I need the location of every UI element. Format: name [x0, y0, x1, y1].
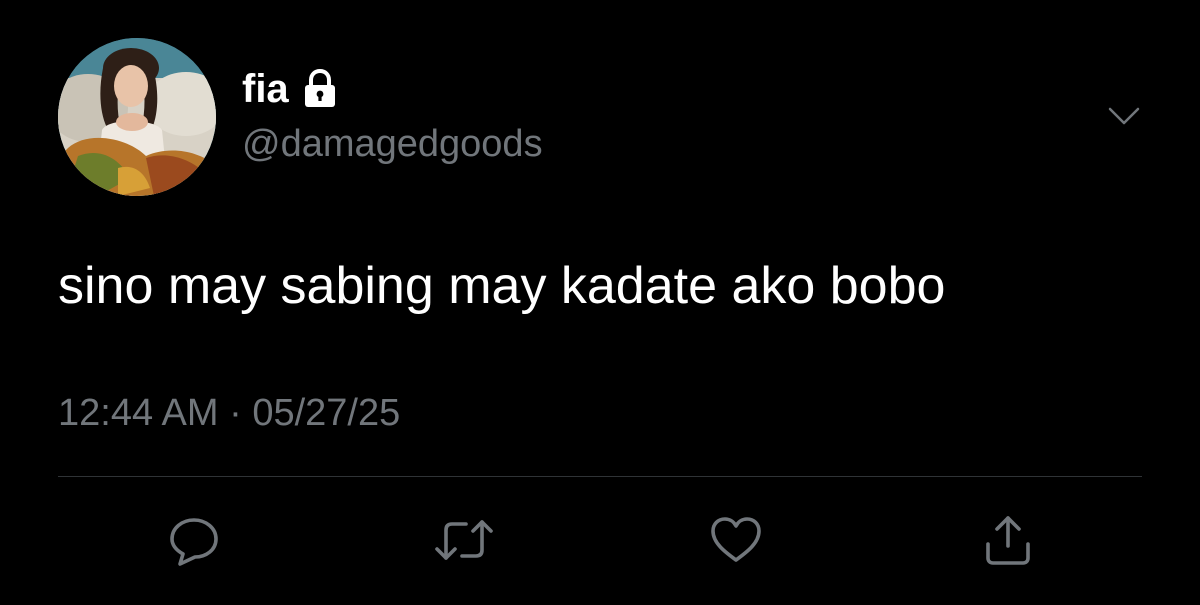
tweet-card: fia @damagedgoods sino may sabing may ka… — [0, 0, 1200, 605]
share-icon — [986, 516, 1030, 565]
heart-icon — [711, 517, 761, 562]
meta-separator: · — [229, 392, 242, 434]
display-name[interactable]: fia — [242, 66, 289, 112]
avatar[interactable] — [58, 38, 216, 196]
avatar-image — [58, 38, 216, 196]
tweet-timestamp[interactable]: 12:44 AM · 05/27/25 — [58, 390, 400, 436]
tweet-text: sino may sabing may kadate ako bobo — [58, 257, 946, 315]
reply-icon — [170, 518, 218, 566]
reply-button[interactable] — [162, 508, 226, 572]
lock-icon — [303, 68, 337, 109]
action-bar — [0, 508, 1200, 578]
user-handle[interactable]: @damagedgoods — [242, 122, 543, 166]
like-button[interactable] — [704, 508, 768, 572]
retweet-icon — [435, 520, 493, 560]
retweet-button[interactable] — [432, 508, 496, 572]
divider — [58, 476, 1142, 477]
tweet-date: 05/27/25 — [252, 392, 401, 434]
name-row: fia — [242, 66, 337, 112]
share-button[interactable] — [976, 508, 1040, 572]
chevron-down-icon[interactable] — [1104, 100, 1144, 132]
tweet-time: 12:44 AM — [58, 392, 219, 434]
